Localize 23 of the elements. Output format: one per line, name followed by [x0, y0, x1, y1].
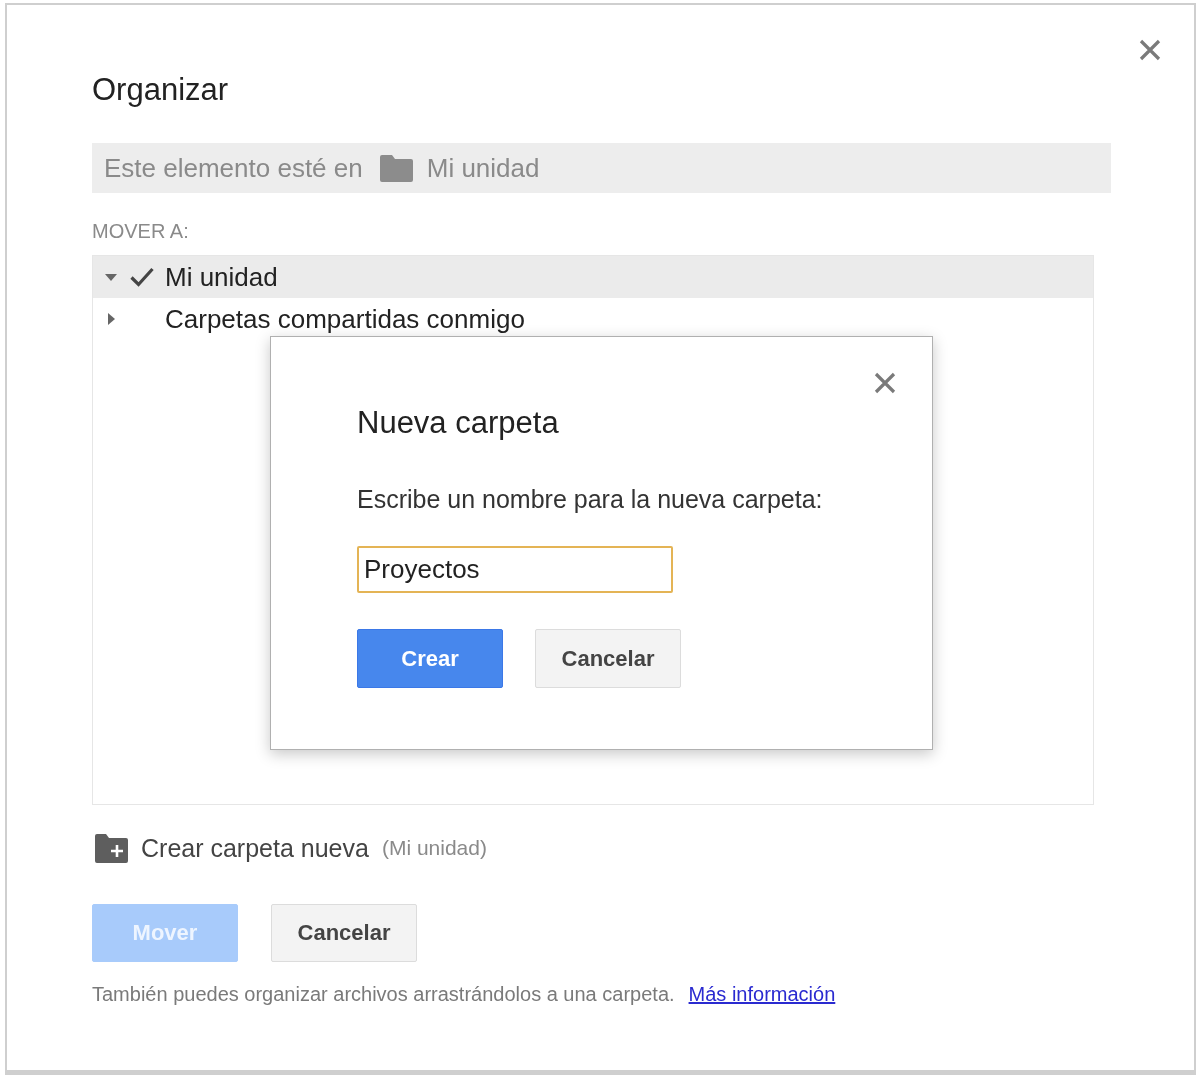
action-button[interactable]: Crear — [357, 629, 503, 688]
footer-text: También puedes organizar archivos arrastrándolos a una carpeta. — [92, 982, 675, 1006]
close-icon — [1139, 39, 1161, 61]
close-button[interactable] — [1139, 39, 1161, 61]
move-to-label: MOVER A: — [92, 219, 190, 243]
create-folder-location: (Mi unidad) — [381, 836, 487, 860]
action-button[interactable]: Cancelar — [535, 629, 681, 688]
location-folder: Mi unidad — [426, 152, 540, 184]
tree-item[interactable]: Mi unidad — [93, 256, 1093, 298]
location-prefix: Este elemento esté en — [104, 152, 363, 184]
more-info-link[interactable]: Más información — [688, 982, 836, 1006]
folder-plus-icon — [95, 833, 128, 863]
checkmark-icon — [130, 267, 154, 287]
tree-item[interactable]: Carpetas compartidas conmigo — [93, 298, 1093, 340]
create-folder-link[interactable]: Crear carpeta nueva — [95, 833, 369, 863]
action-button[interactable]: Cancelar — [271, 904, 417, 962]
dialog-title: Organizar — [92, 72, 229, 108]
close-button[interactable] — [874, 372, 896, 394]
close-icon — [874, 372, 896, 394]
folder-name-input[interactable]: Proyectos — [357, 546, 673, 593]
modal-title: Nueva carpeta — [357, 405, 559, 441]
modal-prompt: Escribe un nombre para la nueva carpeta: — [357, 484, 824, 514]
folder-icon — [379, 154, 413, 182]
